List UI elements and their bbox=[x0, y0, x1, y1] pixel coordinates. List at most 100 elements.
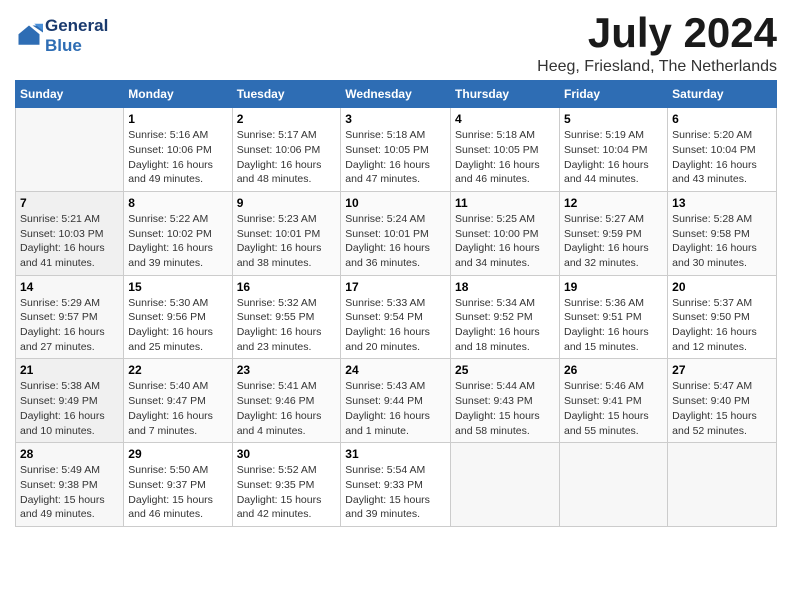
weekday-header-row: SundayMondayTuesdayWednesdayThursdayFrid… bbox=[16, 81, 777, 108]
calendar-cell: 29Sunrise: 5:50 AM Sunset: 9:37 PM Dayli… bbox=[124, 443, 232, 527]
day-info: Sunrise: 5:52 AM Sunset: 9:35 PM Dayligh… bbox=[237, 463, 337, 522]
calendar-cell: 27 Sunrise: 5:47 AM Sunset: 9:40 PM Dayli… bbox=[668, 359, 777, 443]
logo: General Blue bbox=[15, 10, 108, 55]
day-info: Sunrise: 5:18 AM Sunset: 10:05 PM Daylig… bbox=[455, 128, 555, 187]
day-number: 17 bbox=[345, 280, 446, 294]
calendar-cell bbox=[16, 108, 124, 192]
day-number: 12 bbox=[564, 196, 663, 210]
logo-content: General Blue bbox=[15, 16, 108, 55]
calendar-cell: 6 Sunrise: 5:20 AM Sunset: 10:04 PM Dayli… bbox=[668, 108, 777, 192]
day-info: Sunrise: 5:30 AM Sunset: 9:56 PM Dayligh… bbox=[128, 296, 227, 355]
day-info: Sunrise: 5:19 AM Sunset: 10:04 PM Daylig… bbox=[564, 128, 663, 187]
day-number: 24 bbox=[345, 363, 446, 377]
day-number: 1 bbox=[128, 112, 227, 126]
day-info: Sunrise: 5:46 AM Sunset: 9:41 PM Dayligh… bbox=[564, 379, 663, 438]
calendar-cell: 23 Sunrise: 5:41 AM Sunset: 9:46 PM Dayli… bbox=[232, 359, 341, 443]
weekday-header: Wednesday bbox=[341, 81, 451, 108]
day-info: Sunrise: 5:23 AM Sunset: 10:01 PM Daylig… bbox=[237, 212, 337, 271]
calendar-cell: 5Sunrise: 5:19 AM Sunset: 10:04 PM Dayli… bbox=[560, 108, 668, 192]
day-info: Sunrise: 5:16 AM Sunset: 10:06 PM Daylig… bbox=[128, 128, 227, 187]
day-number: 27 bbox=[672, 363, 772, 377]
day-info: Sunrise: 5:50 AM Sunset: 9:37 PM Dayligh… bbox=[128, 463, 227, 522]
day-number: 13 bbox=[672, 196, 772, 210]
calendar-week-row: 21 Sunrise: 5:38 AM Sunset: 9:49 PM Dayli… bbox=[16, 359, 777, 443]
day-info: Sunrise: 5:38 AM Sunset: 9:49 PM Dayligh… bbox=[20, 379, 119, 438]
day-info: Sunrise: 5:33 AM Sunset: 9:54 PM Dayligh… bbox=[345, 296, 446, 355]
day-number: 19 bbox=[564, 280, 663, 294]
calendar-week-row: 14Sunrise: 5:29 AM Sunset: 9:57 PM Dayli… bbox=[16, 275, 777, 359]
day-number: 14 bbox=[20, 280, 119, 294]
day-info: Sunrise: 5:24 AM Sunset: 10:01 PM Daylig… bbox=[345, 212, 446, 271]
day-number: 6 bbox=[672, 112, 772, 126]
weekday-header: Thursday bbox=[451, 81, 560, 108]
calendar-cell: 21 Sunrise: 5:38 AM Sunset: 9:49 PM Dayli… bbox=[16, 359, 124, 443]
calendar-cell bbox=[668, 443, 777, 527]
calendar-cell: 7 Sunrise: 5:21 AM Sunset: 10:03 PM Dayli… bbox=[16, 191, 124, 275]
day-info: Sunrise: 5:47 AM Sunset: 9:40 PM Dayligh… bbox=[672, 379, 772, 438]
calendar-cell: 18Sunrise: 5:34 AM Sunset: 9:52 PM Dayli… bbox=[451, 275, 560, 359]
calendar-cell: 4 Sunrise: 5:18 AM Sunset: 10:05 PM Dayli… bbox=[451, 108, 560, 192]
weekday-header: Sunday bbox=[16, 81, 124, 108]
day-number: 16 bbox=[237, 280, 337, 294]
day-number: 22 bbox=[128, 363, 227, 377]
day-info: Sunrise: 5:36 AM Sunset: 9:51 PM Dayligh… bbox=[564, 296, 663, 355]
location-title: Heeg, Friesland, The Netherlands bbox=[537, 58, 777, 76]
title-area: July 2024 Heeg, Friesland, The Netherlan… bbox=[537, 10, 777, 76]
calendar-cell: 3Sunrise: 5:18 AM Sunset: 10:05 PM Dayli… bbox=[341, 108, 451, 192]
day-number: 28 bbox=[20, 447, 119, 461]
calendar-cell: 25Sunrise: 5:44 AM Sunset: 9:43 PM Dayli… bbox=[451, 359, 560, 443]
calendar-cell: 22 Sunrise: 5:40 AM Sunset: 9:47 PM Dayli… bbox=[124, 359, 232, 443]
calendar-table: SundayMondayTuesdayWednesdayThursdayFrid… bbox=[15, 80, 777, 527]
day-info: Sunrise: 5:28 AM Sunset: 9:58 PM Dayligh… bbox=[672, 212, 772, 271]
calendar-cell: 8Sunrise: 5:22 AM Sunset: 10:02 PM Dayli… bbox=[124, 191, 232, 275]
day-info: Sunrise: 5:54 AM Sunset: 9:33 PM Dayligh… bbox=[345, 463, 446, 522]
calendar-week-row: 7 Sunrise: 5:21 AM Sunset: 10:03 PM Dayli… bbox=[16, 191, 777, 275]
calendar-cell: 30Sunrise: 5:52 AM Sunset: 9:35 PM Dayli… bbox=[232, 443, 341, 527]
day-number: 21 bbox=[20, 363, 119, 377]
calendar-cell: 17 Sunrise: 5:33 AM Sunset: 9:54 PM Dayli… bbox=[341, 275, 451, 359]
day-number: 20 bbox=[672, 280, 772, 294]
calendar-cell: 11 Sunrise: 5:25 AM Sunset: 10:00 PM Dayl… bbox=[451, 191, 560, 275]
calendar-cell: 26 Sunrise: 5:46 AM Sunset: 9:41 PM Dayli… bbox=[560, 359, 668, 443]
calendar-cell: 10 Sunrise: 5:24 AM Sunset: 10:01 PM Dayl… bbox=[341, 191, 451, 275]
day-info: Sunrise: 5:27 AM Sunset: 9:59 PM Dayligh… bbox=[564, 212, 663, 271]
day-info: Sunrise: 5:32 AM Sunset: 9:55 PM Dayligh… bbox=[237, 296, 337, 355]
day-info: Sunrise: 5:17 AM Sunset: 10:06 PM Daylig… bbox=[237, 128, 337, 187]
day-number: 2 bbox=[237, 112, 337, 126]
calendar-cell: 2 Sunrise: 5:17 AM Sunset: 10:06 PM Dayli… bbox=[232, 108, 341, 192]
day-number: 4 bbox=[455, 112, 555, 126]
day-number: 23 bbox=[237, 363, 337, 377]
calendar-cell: 15 Sunrise: 5:30 AM Sunset: 9:56 PM Dayli… bbox=[124, 275, 232, 359]
day-info: Sunrise: 5:37 AM Sunset: 9:50 PM Dayligh… bbox=[672, 296, 772, 355]
calendar-cell: 19 Sunrise: 5:36 AM Sunset: 9:51 PM Dayli… bbox=[560, 275, 668, 359]
day-info: Sunrise: 5:25 AM Sunset: 10:00 PM Daylig… bbox=[455, 212, 555, 271]
day-number: 26 bbox=[564, 363, 663, 377]
weekday-header: Saturday bbox=[668, 81, 777, 108]
calendar-cell: 20 Sunrise: 5:37 AM Sunset: 9:50 PM Dayli… bbox=[668, 275, 777, 359]
day-info: Sunrise: 5:43 AM Sunset: 9:44 PM Dayligh… bbox=[345, 379, 446, 438]
calendar-cell: 31 Sunrise: 5:54 AM Sunset: 9:33 PM Dayli… bbox=[341, 443, 451, 527]
header: General Blue July 2024 Heeg, Friesland, … bbox=[15, 10, 777, 76]
day-number: 10 bbox=[345, 196, 446, 210]
logo-icon bbox=[15, 22, 43, 50]
month-title: July 2024 bbox=[537, 10, 777, 56]
calendar-cell: 12 Sunrise: 5:27 AM Sunset: 9:59 PM Dayli… bbox=[560, 191, 668, 275]
calendar-cell bbox=[451, 443, 560, 527]
weekday-header: Monday bbox=[124, 81, 232, 108]
day-number: 15 bbox=[128, 280, 227, 294]
day-info: Sunrise: 5:40 AM Sunset: 9:47 PM Dayligh… bbox=[128, 379, 227, 438]
calendar-week-row: 28Sunrise: 5:49 AM Sunset: 9:38 PM Dayli… bbox=[16, 443, 777, 527]
calendar-cell: 14Sunrise: 5:29 AM Sunset: 9:57 PM Dayli… bbox=[16, 275, 124, 359]
day-info: Sunrise: 5:21 AM Sunset: 10:03 PM Daylig… bbox=[20, 212, 119, 271]
day-number: 7 bbox=[20, 196, 119, 210]
day-info: Sunrise: 5:44 AM Sunset: 9:43 PM Dayligh… bbox=[455, 379, 555, 438]
day-number: 11 bbox=[455, 196, 555, 210]
day-info: Sunrise: 5:20 AM Sunset: 10:04 PM Daylig… bbox=[672, 128, 772, 187]
calendar-week-row: 1 Sunrise: 5:16 AM Sunset: 10:06 PM Dayli… bbox=[16, 108, 777, 192]
calendar-cell: 16 Sunrise: 5:32 AM Sunset: 9:55 PM Dayli… bbox=[232, 275, 341, 359]
calendar-cell: 1 Sunrise: 5:16 AM Sunset: 10:06 PM Dayli… bbox=[124, 108, 232, 192]
day-info: Sunrise: 5:41 AM Sunset: 9:46 PM Dayligh… bbox=[237, 379, 337, 438]
day-number: 31 bbox=[345, 447, 446, 461]
weekday-header: Friday bbox=[560, 81, 668, 108]
calendar-cell: 9Sunrise: 5:23 AM Sunset: 10:01 PM Dayli… bbox=[232, 191, 341, 275]
